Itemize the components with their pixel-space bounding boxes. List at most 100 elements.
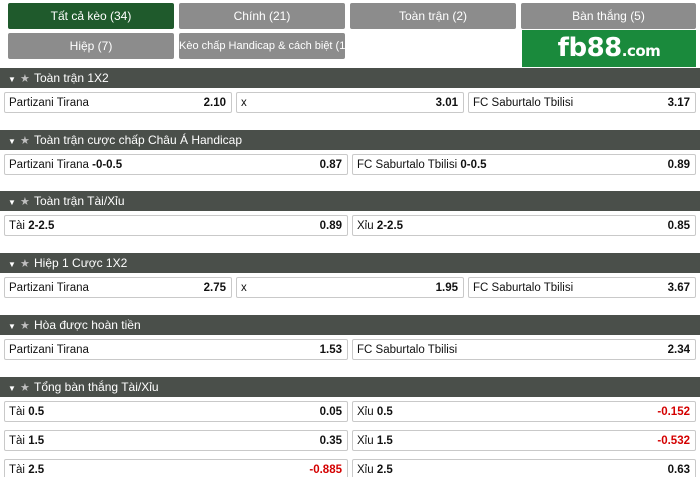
tab-handicap-margin[interactable]: Kèo chấp Handicap & cách biệt (1) — [179, 33, 345, 59]
selection-name: FC Saburtalo Tbilisi — [473, 282, 574, 294]
handicap-line: 2.5 — [376, 464, 393, 476]
tab-main[interactable]: Chính (21) — [179, 3, 345, 29]
selection-name: Xỉu — [357, 435, 374, 447]
selection-label: x — [241, 93, 247, 112]
odds-cell[interactable]: Tài 2-2.5 0.89 — [4, 215, 348, 236]
odds-value: 0.05 — [319, 406, 342, 418]
handicap-line: 2.5 — [28, 464, 45, 476]
odds-value: 1.53 — [319, 344, 342, 356]
odds-cell[interactable]: Partizani Tirana 2.75 — [4, 277, 232, 298]
collapse-arrow-icon[interactable]: ▼ — [8, 255, 20, 275]
section-header[interactable]: ▼ ★ Toàn trận 1X2 — [0, 68, 700, 88]
odds-cell[interactable]: x 3.01 — [236, 92, 464, 113]
odds-cell[interactable]: Xỉu 2-2.5 0.85 — [352, 215, 696, 236]
handicap-line: 0.5 — [28, 406, 45, 418]
section-header[interactable]: ▼ ★ Hòa được hoàn tiền — [0, 315, 700, 335]
odds-cell[interactable]: Tài 2.5 -0.885 — [4, 459, 348, 477]
odds-value: 3.01 — [435, 97, 458, 109]
selection-label: Partizani Tirana — [9, 340, 89, 359]
selection-name: Partizani Tirana — [9, 282, 89, 294]
section-header[interactable]: ▼ ★ Toàn trận Tài/Xỉu — [0, 191, 700, 211]
selection-label: FC Saburtalo Tbilisi — [473, 93, 573, 112]
tab-half[interactable]: Hiệp (7) — [8, 33, 174, 59]
odds-row: Tài 2-2.5 0.89 Xỉu 2-2.5 0.85 — [0, 211, 700, 240]
selection-label: Tài 2-2.5 — [9, 216, 54, 235]
market-section: ▼ ★ Toàn trận cược chấp Châu Á Handicap Par… — [0, 130, 700, 179]
handicap-line: 0.5 — [376, 406, 393, 418]
odds-cell[interactable]: Xỉu 2.5 0.63 — [352, 459, 696, 477]
favorite-star-icon[interactable]: ★ — [20, 131, 34, 151]
odds-row: Tài 0.5 0.05 Xỉu 0.5 -0.152 — [0, 397, 700, 426]
odds-cell[interactable]: Tài 0.5 0.05 — [4, 401, 348, 422]
section-title: Hòa được hoàn tiền — [34, 318, 141, 332]
odds-cell[interactable]: x 1.95 — [236, 277, 464, 298]
odds-row: Partizani Tirana 2.10 x 3.01 FC Saburtalo Tb… — [0, 88, 700, 117]
tab-full-match[interactable]: Toàn trận (2) — [350, 3, 516, 29]
odds-cell[interactable]: FC Saburtalo Tbilisi 3.17 — [468, 92, 696, 113]
section-header[interactable]: ▼ ★ Hiệp 1 Cược 1X2 — [0, 253, 700, 273]
collapse-arrow-icon[interactable]: ▼ — [8, 193, 20, 213]
odds-row: Partizani Tirana 2.75 x 1.95 FC Saburtalo Tb… — [0, 273, 700, 302]
selection-label: FC Saburtalo Tbilisi 0-0.5 — [357, 155, 487, 174]
selection-name: Partizani Tirana — [9, 97, 89, 109]
favorite-star-icon[interactable]: ★ — [20, 192, 34, 212]
logo-domain: .com — [621, 42, 661, 60]
selection-name: Tài — [9, 406, 25, 418]
odds-value: 0.89 — [667, 159, 690, 171]
logo-text: fb88 — [557, 33, 623, 63]
odds-cell[interactable]: FC Saburtalo Tbilisi 3.67 — [468, 277, 696, 298]
odds-value: 1.95 — [435, 282, 458, 294]
favorite-star-icon[interactable]: ★ — [20, 316, 34, 336]
handicap-line: -0-0.5 — [92, 159, 123, 171]
tab-goals[interactable]: Bàn thắng (5) — [521, 3, 696, 29]
selection-label: FC Saburtalo Tbilisi — [473, 278, 574, 297]
odds-value: 2.34 — [667, 344, 690, 356]
market-section: ▼ ★ Hiệp 1 Cược 1X2 Partizani Tirana 2.75 x 1.… — [0, 253, 700, 302]
odds-value: 0.89 — [319, 220, 342, 232]
selection-label: Xỉu 1.5 — [357, 431, 393, 450]
collapse-arrow-icon[interactable]: ▼ — [8, 70, 20, 90]
selection-name: x — [241, 97, 247, 109]
collapse-arrow-icon[interactable]: ▼ — [8, 317, 20, 337]
selection-name: Tài — [9, 464, 25, 476]
fb88-logo[interactable]: fb88.com — [522, 30, 696, 67]
tab-all-markets[interactable]: Tất cả kèo (34) — [8, 3, 174, 29]
odds-cell[interactable]: Xỉu 1.5 -0.532 — [352, 430, 696, 451]
selection-name: Partizani Tirana — [9, 344, 89, 356]
section-title: Toàn trận cược chấp Châu Á Handicap — [34, 133, 243, 147]
selection-label: Partizani Tirana — [9, 278, 89, 297]
selection-name: Tài — [9, 435, 25, 447]
selection-label: Xỉu 0.5 — [357, 402, 393, 421]
market-section: ▼ ★ Toàn trận Tài/Xỉu Tài 2-2.5 0.89 Xỉu 2-2.… — [0, 191, 700, 240]
odds-value: 0.85 — [667, 220, 690, 232]
odds-value: -0.152 — [657, 406, 690, 418]
odds-cell[interactable]: Tài 1.5 0.35 — [4, 430, 348, 451]
handicap-line: 2-2.5 — [376, 220, 404, 232]
selection-name: Tài — [9, 220, 25, 232]
collapse-arrow-icon[interactable]: ▼ — [8, 379, 20, 399]
odds-cell[interactable]: Partizani Tirana 2.10 — [4, 92, 232, 113]
odds-row: Partizani Tirana 1.53 FC Saburtalo Tbilisi… — [0, 335, 700, 364]
market-section: ▼ ★ Toàn trận 1X2 Partizani Tirana 2.10 x 3.01… — [0, 68, 700, 117]
odds-cell[interactable]: FC Saburtalo Tbilisi 2.34 — [352, 339, 696, 360]
odds-value: -0.885 — [309, 464, 342, 476]
odds-value: 2.10 — [203, 97, 226, 109]
handicap-line: 1.5 — [28, 435, 45, 447]
odds-cell[interactable]: FC Saburtalo Tbilisi 0-0.5 0.89 — [352, 154, 696, 175]
selection-name: Xỉu — [357, 220, 374, 232]
section-header[interactable]: ▼ ★ Tổng bàn thắng Tài/Xỉu — [0, 377, 700, 397]
selection-label: Tài 0.5 — [9, 402, 45, 421]
odds-value: 0.87 — [319, 159, 342, 171]
selection-name: Partizani Tirana — [9, 159, 89, 171]
collapse-arrow-icon[interactable]: ▼ — [8, 132, 20, 152]
favorite-star-icon[interactable]: ★ — [20, 69, 34, 89]
section-header[interactable]: ▼ ★ Toàn trận cược chấp Châu Á Handicap — [0, 130, 700, 150]
odds-cell[interactable]: Partizani Tirana 1.53 — [4, 339, 348, 360]
odds-cell[interactable]: Xỉu 0.5 -0.152 — [352, 401, 696, 422]
favorite-star-icon[interactable]: ★ — [20, 378, 34, 398]
favorite-star-icon[interactable]: ★ — [20, 254, 34, 274]
odds-value: 0.63 — [667, 464, 690, 476]
odds-row: Tài 2.5 -0.885 Xỉu 2.5 0.63 — [0, 455, 700, 477]
odds-value: 3.17 — [667, 97, 690, 109]
odds-cell[interactable]: Partizani Tirana -0-0.5 0.87 — [4, 154, 348, 175]
